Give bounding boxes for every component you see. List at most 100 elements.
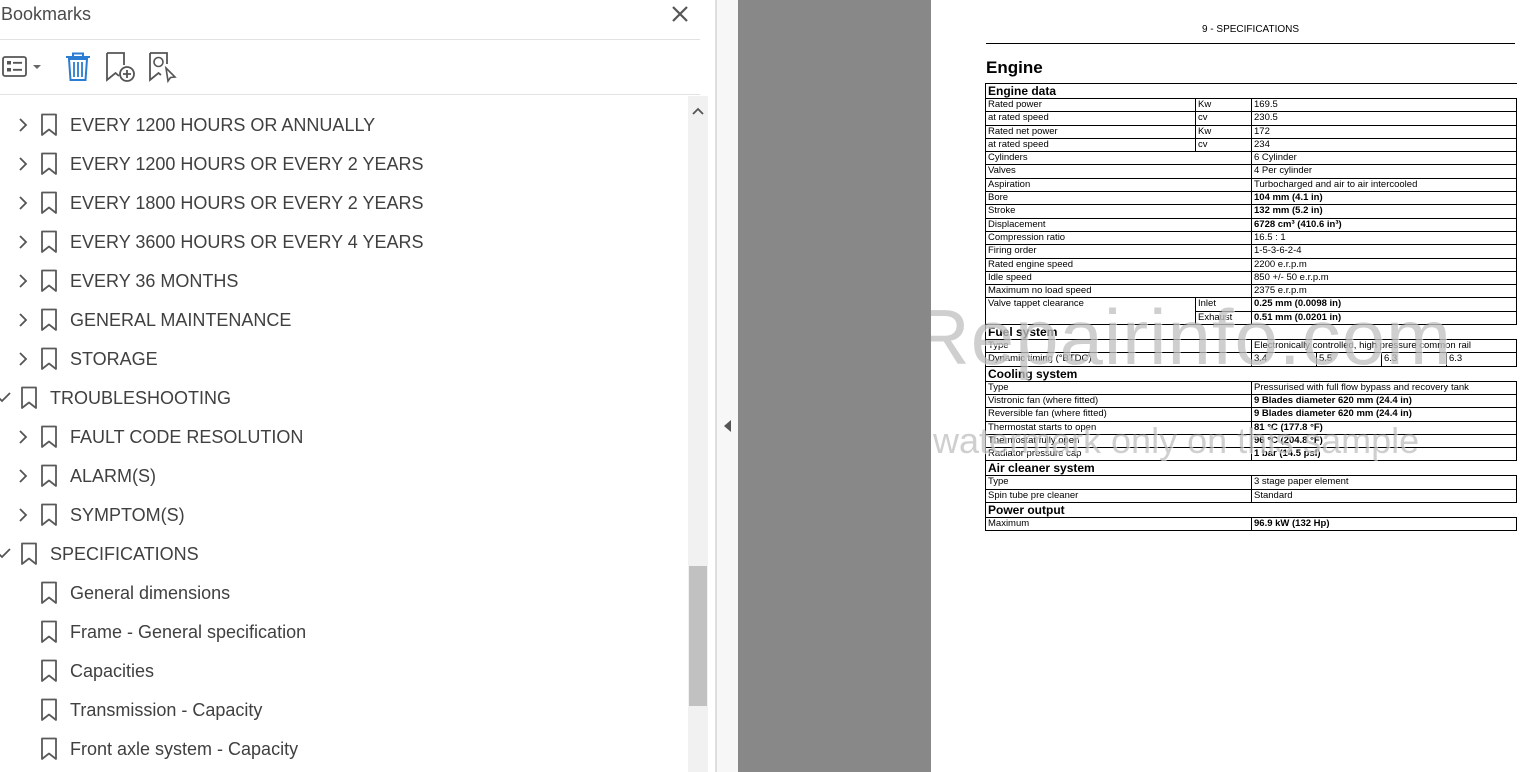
expanded-check-icon[interactable] [0,546,12,562]
bookmark-item[interactable]: Front axle system - Capacity [0,730,688,769]
bookmark-icon [40,737,58,761]
chevron-right-icon[interactable] [15,351,31,367]
bookmark-icon [40,347,58,371]
table-row: Maximum 96.9 kW (132 Hp) [985,517,1518,532]
running-head-text: 9 - SPECIFICATIONS [1201,24,1300,35]
bookmark-icon [40,152,58,176]
bookmark-item[interactable]: EVERY 1200 HOURS OR ANNUALLY [0,106,688,145]
bookmark-item[interactable]: ALARM(S) [0,457,688,496]
bookmark-label: EVERY 1200 HOURS OR ANNUALLY [70,115,376,135]
section-heading: Air cleaner system [984,460,1517,477]
table-row: at rated speed cv 230.5 [985,111,1518,126]
table-row: Rated power Kw 169.5 [985,97,1518,113]
bookmark-icon [40,308,58,332]
chevron-right-icon[interactable] [15,273,31,289]
bookmark-icon [20,386,38,410]
collapse-panel-icon[interactable] [723,419,733,432]
chevron-right-icon[interactable] [15,468,31,484]
running-head: 9 - SPECIFICATIONS [986,22,1515,44]
bookmark-label: EVERY 3600 HOURS OR EVERY 4 YEARS [70,232,424,252]
table-row: Dynamic timing (°BTDC) 3.4 5.5 6.3 6.3 [985,352,1518,367]
bookmark-item[interactable]: Capacities [0,652,688,691]
bookmark-item[interactable]: GENERAL MAINTENANCE [0,301,688,340]
section-heading: Cooling system [984,365,1517,382]
table-row: Thermostat starts to open 81 °C (177.8 °F… [985,420,1518,435]
bookmark-label: General dimensions [70,583,231,603]
table-row: Vistronic fan (where fitted) 9 Blades dia… [985,393,1518,409]
table-row: Type 3 stage paper element [985,475,1518,490]
bookmark-icon [40,620,58,644]
table-row: Radiator pressure cap 1 bar (14.5 psi) [985,447,1518,462]
chevron-right-icon[interactable] [15,195,31,211]
bookmark-item[interactable]: FAULT CODE RESOLUTION [0,418,688,457]
bookmark-label: SYMPTOM(S) [70,505,185,525]
expanded-check-icon[interactable] [0,390,12,406]
table-row: Bore 104 mm (4.1 in) [985,191,1518,206]
section-heading: Fuel system [984,324,1517,341]
chevron-right-icon[interactable] [15,156,31,172]
table-row: Valves 4 Per cylinder [985,164,1518,179]
document-gutter [738,0,931,772]
bookmark-item[interactable]: EVERY 3600 HOURS OR EVERY 4 YEARS [0,223,688,262]
table-row: Aspiration Turbocharged and air to air in… [985,177,1518,193]
bookmark-icon [40,581,58,605]
bookmark-item[interactable]: SPECIFICATIONS [0,535,688,574]
bookmark-item[interactable]: General dimensions [0,574,688,613]
trash-icon[interactable] [62,50,94,84]
bookmark-label: EVERY 1200 HOURS OR EVERY 2 YEARS [70,154,424,174]
bookmark-label: EVERY 36 MONTHS [70,271,239,291]
table-row: Reversible fan (where fitted) 9 Blades di… [985,407,1518,422]
bookmark-item[interactable]: Transmission - Capacity [0,691,688,730]
panel-splitter[interactable] [716,0,738,772]
bookmark-icon [40,464,58,488]
bookmark-tree: EVERY 1200 HOURS OR ANNUALLY EVERY 1200 H… [0,96,688,772]
chevron-right-icon[interactable] [15,429,31,445]
find-bookmark-icon[interactable] [146,50,180,84]
list-options-icon[interactable] [1,50,43,84]
bookmark-item[interactable]: STORAGE [0,340,688,379]
table-row: Cylinders 6 Cylinder [985,151,1518,166]
scroll-thumb[interactable] [689,566,707,706]
close-icon[interactable] [668,2,692,26]
table-row: Maximum no load speed 2375 e.r.p.m [985,284,1518,299]
bookmark-icon [40,698,58,722]
chevron-right-icon[interactable] [15,507,31,523]
bookmark-item[interactable]: Frame - General specification [0,613,688,652]
table-row: Valve tappet clearance Inlet 0.25 mm (0.00… [985,297,1518,312]
bookmark-label: EVERY 1800 HOURS OR EVERY 2 YEARS [70,193,424,213]
bookmark-item[interactable]: SYMPTOM(S) [0,496,688,535]
chevron-right-icon[interactable] [15,117,31,133]
bookmarks-toolbar [0,40,700,95]
bookmark-icon [40,659,58,683]
bookmark-item[interactable]: EVERY 36 MONTHS [0,262,688,301]
bookmark-icon [40,230,58,254]
bookmark-label: Transmission - Capacity [70,700,263,720]
table-row: Displacement 6728 cm³ (410.6 in³) [985,217,1518,232]
table-row: Exhaust 0.51 mm (0.0201 in) [985,310,1518,326]
add-bookmark-icon[interactable] [104,50,136,84]
bookmark-item[interactable]: TROUBLESHOOTING [0,379,688,418]
bookmark-label: Front axle system - Capacity [70,739,299,759]
chevron-right-icon[interactable] [15,234,31,250]
bookmark-label: STORAGE [70,349,158,369]
table-row: Type Pressurised with full flow bypass an… [985,380,1518,395]
engine-spec-table: Engine data Rated power Kw 169.5 at rated … [984,83,1518,532]
bookmark-item[interactable]: EVERY 1800 HOURS OR EVERY 2 YEARS [0,184,688,223]
page-title: Engine [986,58,1043,77]
bookmark-item[interactable]: EVERY 1200 HOURS OR EVERY 2 YEARS [0,145,688,184]
scroll-up-icon[interactable] [691,104,705,116]
bookmark-icon [40,113,58,137]
bookmark-label: TROUBLESHOOTING [50,388,232,408]
table-row: Rated engine speed 2200 e.r.p.m [985,257,1518,272]
bookmark-label: GENERAL MAINTENANCE [70,310,292,330]
vertical-scrollbar[interactable] [688,96,708,772]
chevron-right-icon[interactable] [15,312,31,328]
bookmark-icon [20,542,38,566]
bookmark-icon [40,425,58,449]
panel-header: Bookmarks [0,0,700,40]
table-row: Firing order 1-5-3-6-2-4 [985,244,1518,259]
bookmarks-panel: Bookmarks EVERY 1200 HOURS OR ANNUALLY E… [0,0,716,772]
section-heading: Engine data [984,83,1517,99]
document-page: 9 - SPECIFICATIONS Engine Engine data Ra… [931,0,1526,772]
table-row: at rated speed cv 234 [985,137,1518,153]
